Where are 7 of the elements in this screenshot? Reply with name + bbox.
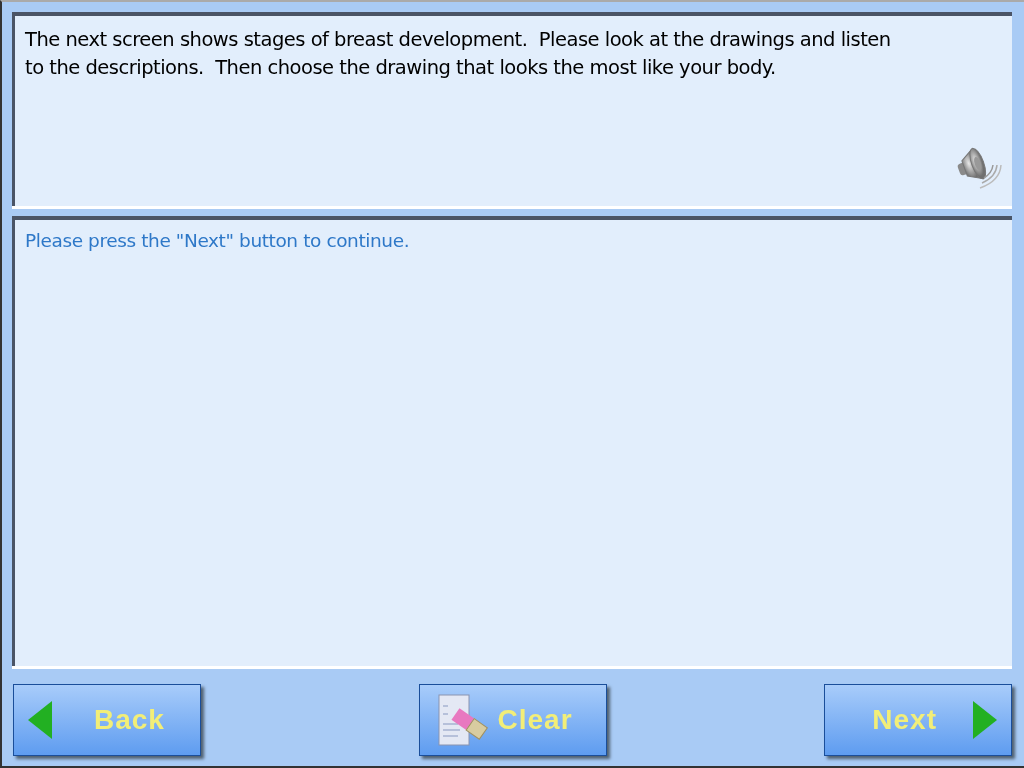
instruction-text: Please press the "Next" button to continue.	[25, 230, 411, 251]
back-button[interactable]: Back	[13, 684, 201, 756]
left-arrow-icon	[28, 701, 52, 739]
question-text: The next screen shows stages of breast development. Please look at the drawings and listen to the descriptions. Then choose the drawing that looks the most like your body.	[25, 27, 892, 81]
right-arrow-icon	[973, 701, 997, 739]
next-button[interactable]: Next	[824, 684, 1012, 756]
clear-button[interactable]: Clear	[418, 684, 607, 756]
